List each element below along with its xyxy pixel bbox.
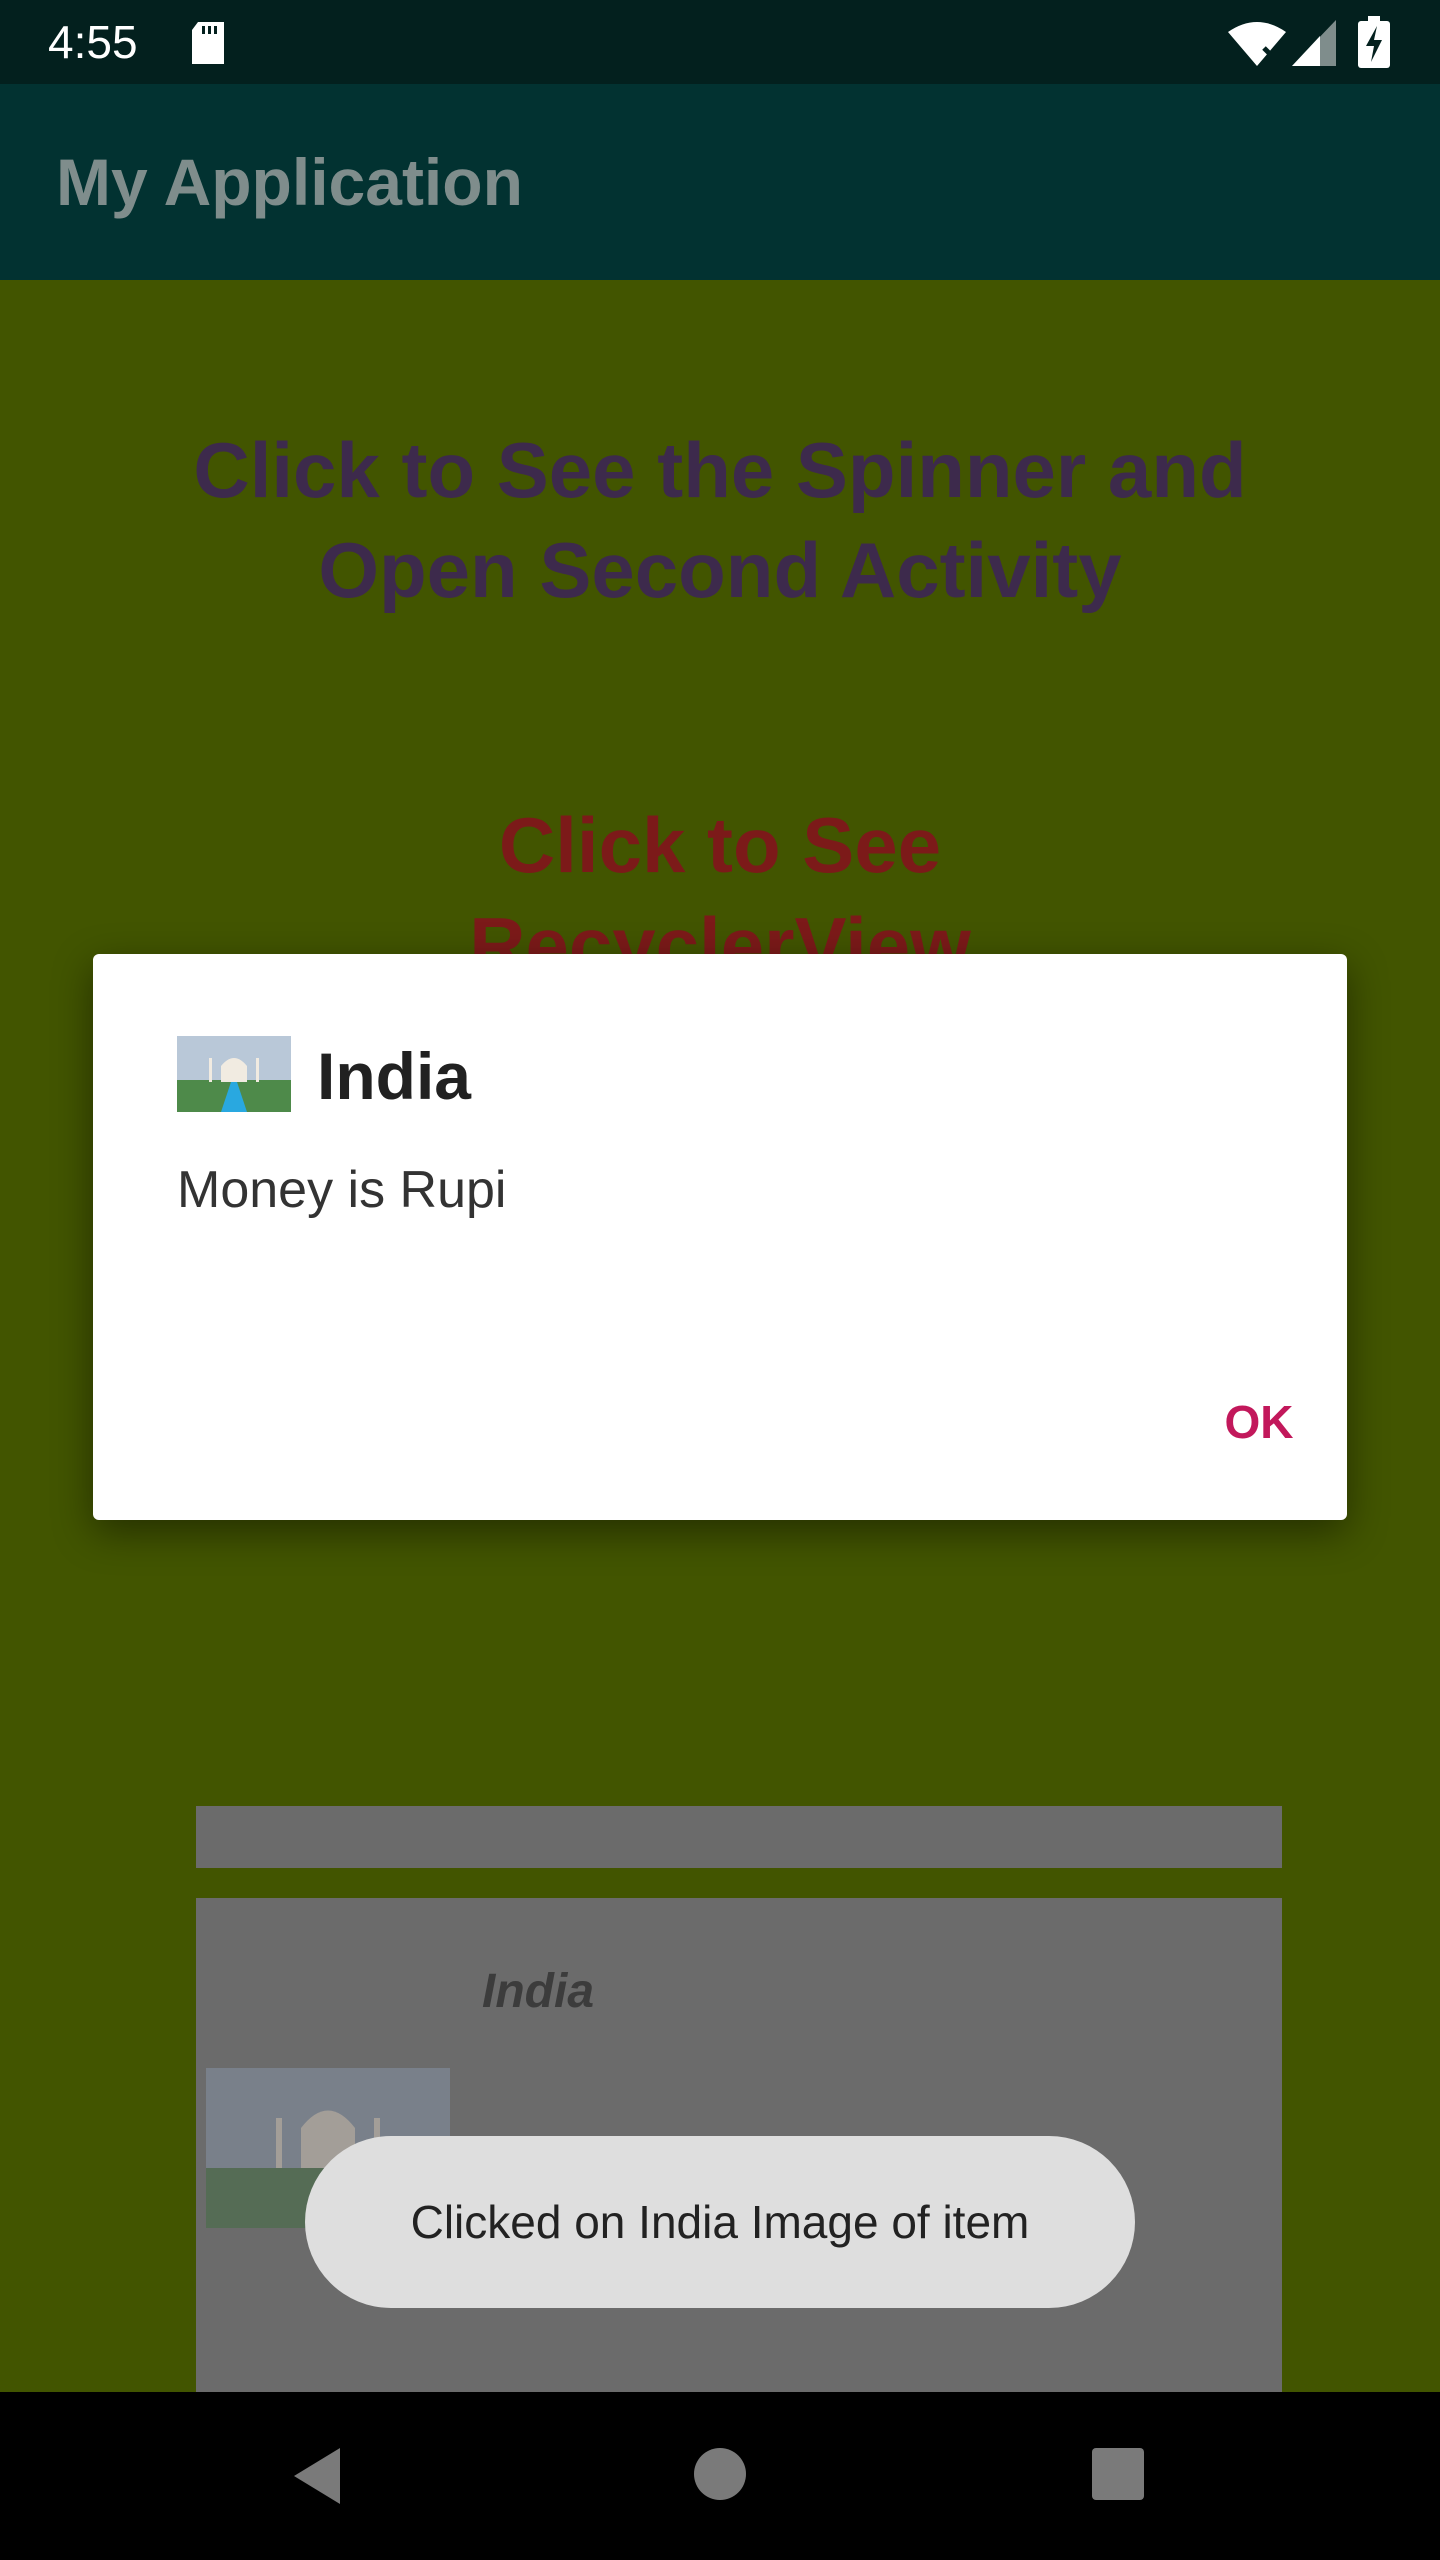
status-bar: 4:55 bbox=[0, 0, 1440, 84]
card-title: India bbox=[482, 1965, 595, 2018]
back-icon[interactable] bbox=[288, 2444, 348, 2508]
alert-dialog: India Money is Rupi OK bbox=[93, 954, 1347, 1520]
dialog-message: Money is Rupi bbox=[177, 1161, 507, 1219]
recents-icon[interactable] bbox=[1090, 2446, 1146, 2502]
app-title: My Application bbox=[56, 145, 523, 219]
spinner-activity-link[interactable]: Click to See the Spinner and Open Second… bbox=[120, 420, 1320, 620]
toast-message: Clicked on India Image of item bbox=[305, 2136, 1135, 2308]
app-bar: My Application bbox=[0, 84, 1440, 280]
dialog-title: India bbox=[317, 1039, 472, 1113]
recyclerview-link-line1: Click to See bbox=[498, 801, 942, 889]
ok-button[interactable]: OK bbox=[1199, 1382, 1319, 1462]
navigation-bar bbox=[0, 2392, 1440, 2560]
sd-card-icon bbox=[192, 22, 224, 64]
status-time: 4:55 bbox=[48, 16, 138, 68]
home-icon[interactable] bbox=[692, 2446, 748, 2502]
wifi-icon bbox=[1228, 22, 1286, 66]
signal-icon bbox=[1292, 20, 1336, 66]
taj-mahal-icon bbox=[177, 1036, 291, 1112]
list-item[interactable] bbox=[196, 1806, 1282, 1868]
battery-charging-icon bbox=[1358, 16, 1390, 68]
